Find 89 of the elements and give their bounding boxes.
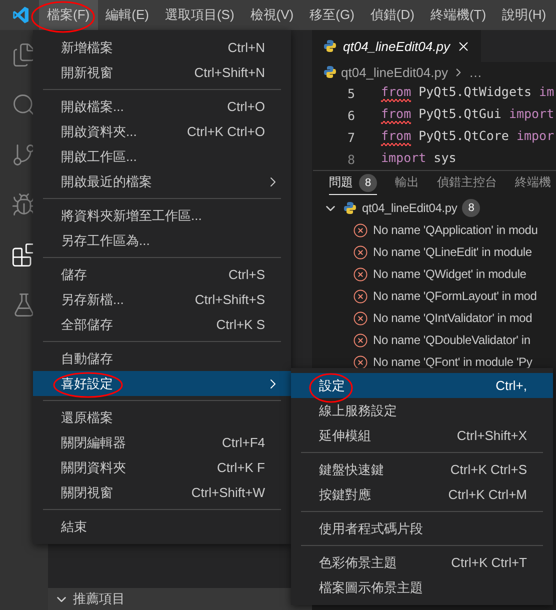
menubar-item[interactable]: 移至(G)	[302, 0, 362, 30]
tab-label: qt04_lineEdit04.py	[343, 38, 450, 54]
error-icon	[353, 288, 368, 304]
menu-item[interactable]: 全部儲存 Ctrl+K S	[33, 312, 291, 337]
error-icon	[353, 266, 368, 282]
menubar-item[interactable]: 編輯(E)	[98, 0, 157, 30]
menubar-item[interactable]: 終端機(T)	[422, 0, 494, 30]
breadcrumb-item[interactable]: qt04_lineEdit04.py	[341, 64, 448, 80]
count-badge: 8	[462, 199, 480, 217]
problem-message: No name 'QDoubleValidator' in	[373, 333, 530, 347]
menu-item[interactable]: 喜好設定	[33, 371, 291, 396]
menu-item[interactable]: 色彩佈景主題 Ctrl+K Ctrl+T	[291, 550, 553, 575]
problem-message: No name 'QFormLayout' in mod	[373, 289, 537, 303]
panel-tab[interactable]: 輸出	[395, 172, 419, 194]
problem-item[interactable]: No name 'QFormLayout' in mod	[313, 285, 556, 307]
menu-item[interactable]: 結束	[33, 514, 291, 539]
annotation-circle-drawing	[31, 1, 95, 33]
menubar-item[interactable]: 選取項目(S)	[156, 0, 242, 30]
menu-item[interactable]: 開啟工作區...	[33, 144, 291, 169]
code-token: sys	[432, 150, 456, 167]
menu-item[interactable]: 還原檔案	[33, 405, 291, 430]
problem-item[interactable]: No name 'QFont' in module 'Py	[313, 351, 556, 373]
file-type-icon	[323, 65, 337, 79]
code-token: PyQt5.QtCore	[418, 128, 510, 145]
file-type-icon	[343, 201, 357, 215]
menu-item[interactable]: 新增檔案 Ctrl+N	[33, 35, 291, 60]
menu-item[interactable]: 使用者程式碼片段	[291, 516, 553, 541]
problem-message: No name 'QIntValidator' in mod	[373, 311, 532, 325]
menu-item[interactable]: 線上服務設定	[291, 398, 553, 423]
code-token: PyQt5.QtWidgets	[418, 84, 533, 101]
app-logo-icon	[12, 6, 30, 24]
line-number: 6	[346, 108, 356, 122]
problem-item[interactable]: No name 'QLineEdit' in module	[313, 241, 556, 263]
line-number: 8	[346, 152, 356, 166]
error-icon	[353, 222, 368, 238]
line-number: 5	[346, 86, 356, 100]
tree-item[interactable]: qt04_lineEdit04.py 8	[313, 197, 556, 219]
error-icon	[353, 332, 368, 348]
section-header[interactable]: 推薦項目	[48, 588, 312, 610]
code-token: impor	[516, 128, 554, 145]
menu-item[interactable]: 自動儲存	[33, 346, 291, 371]
breadcrumb-item[interactable]: …	[468, 64, 482, 80]
annotation-circle-drawing	[308, 372, 354, 404]
editor-tab[interactable]: qt04_lineEdit04.py	[313, 30, 481, 62]
problem-message: No name 'QLineEdit' in module	[373, 245, 532, 259]
menu-item[interactable]: 開啟檔案... Ctrl+O	[33, 94, 291, 119]
menu-item[interactable]: 設定 Ctrl+,	[291, 373, 553, 398]
error-icon	[353, 244, 368, 260]
menu-item[interactable]: 關閉編輯器 Ctrl+F4	[33, 430, 291, 455]
menu-item[interactable]: 開啟最近的檔案	[33, 169, 291, 194]
code-token: import	[381, 150, 426, 167]
menubar-item[interactable]: 偵錯(D)	[362, 0, 422, 30]
problem-item[interactable]: No name 'QDoubleValidator' in	[313, 329, 556, 351]
code-token: from	[381, 84, 412, 102]
panel-tab[interactable]: 問題 8	[329, 172, 377, 194]
menu-item[interactable]: 另存新檔... Ctrl+Shift+S	[33, 287, 291, 312]
problem-item[interactable]: No name 'QIntValidator' in mod	[313, 307, 556, 329]
problem-message: No name 'QWidget' in module	[373, 267, 526, 281]
menu-item[interactable]: 開新視窗 Ctrl+Shift+N	[33, 60, 291, 85]
code-token: from	[381, 128, 412, 146]
menubar-item[interactable]: 檔案(F)	[39, 0, 98, 30]
problem-item[interactable]: No name 'QApplication' in modu	[313, 219, 556, 241]
menu-item[interactable]: 將資料夾新增至工作區...	[33, 203, 291, 228]
menubar-item[interactable]: 檢視(V)	[242, 0, 302, 30]
code-token: im	[539, 84, 554, 101]
menu-item[interactable]: 開啟資料夾... Ctrl+K Ctrl+O	[33, 119, 291, 144]
menu-item[interactable]: 關閉資料夾 Ctrl+K F	[33, 455, 291, 480]
line-number: 7	[346, 130, 356, 144]
problem-message: No name 'QApplication' in modu	[373, 223, 538, 237]
menu-item[interactable]: 按鍵對應 Ctrl+K Ctrl+M	[291, 482, 553, 507]
menu-item[interactable]: 鍵盤快速鍵 Ctrl+K Ctrl+S	[291, 457, 553, 482]
menu-item[interactable]: 關閉視窗 Ctrl+Shift+W	[33, 480, 291, 505]
menu-item[interactable]: 儲存 Ctrl+S	[33, 262, 291, 287]
count-badge: 8	[359, 174, 377, 192]
annotation-circle-drawing	[52, 371, 124, 399]
problem-item[interactable]: No name 'QWidget' in module	[313, 263, 556, 285]
file-type-icon	[323, 39, 337, 53]
file-name: qt04_lineEdit04.py	[362, 201, 458, 215]
code-token: PyQt5.QtGui	[418, 106, 502, 123]
menu-item[interactable]: 另存工作區為...	[33, 228, 291, 253]
menu-item[interactable]: 延伸模組 Ctrl+Shift+X	[291, 423, 553, 448]
error-icon	[353, 354, 368, 370]
error-icon	[353, 310, 368, 326]
menubar-item[interactable]: 說明(H)	[494, 0, 554, 30]
problem-message: No name 'QFont' in module 'Py	[373, 355, 532, 369]
code-token: import	[508, 106, 554, 123]
code-token: from	[381, 106, 412, 124]
panel-tab[interactable]: 終端機	[515, 172, 551, 194]
panel-tab[interactable]: 偵錯主控台	[437, 172, 497, 194]
